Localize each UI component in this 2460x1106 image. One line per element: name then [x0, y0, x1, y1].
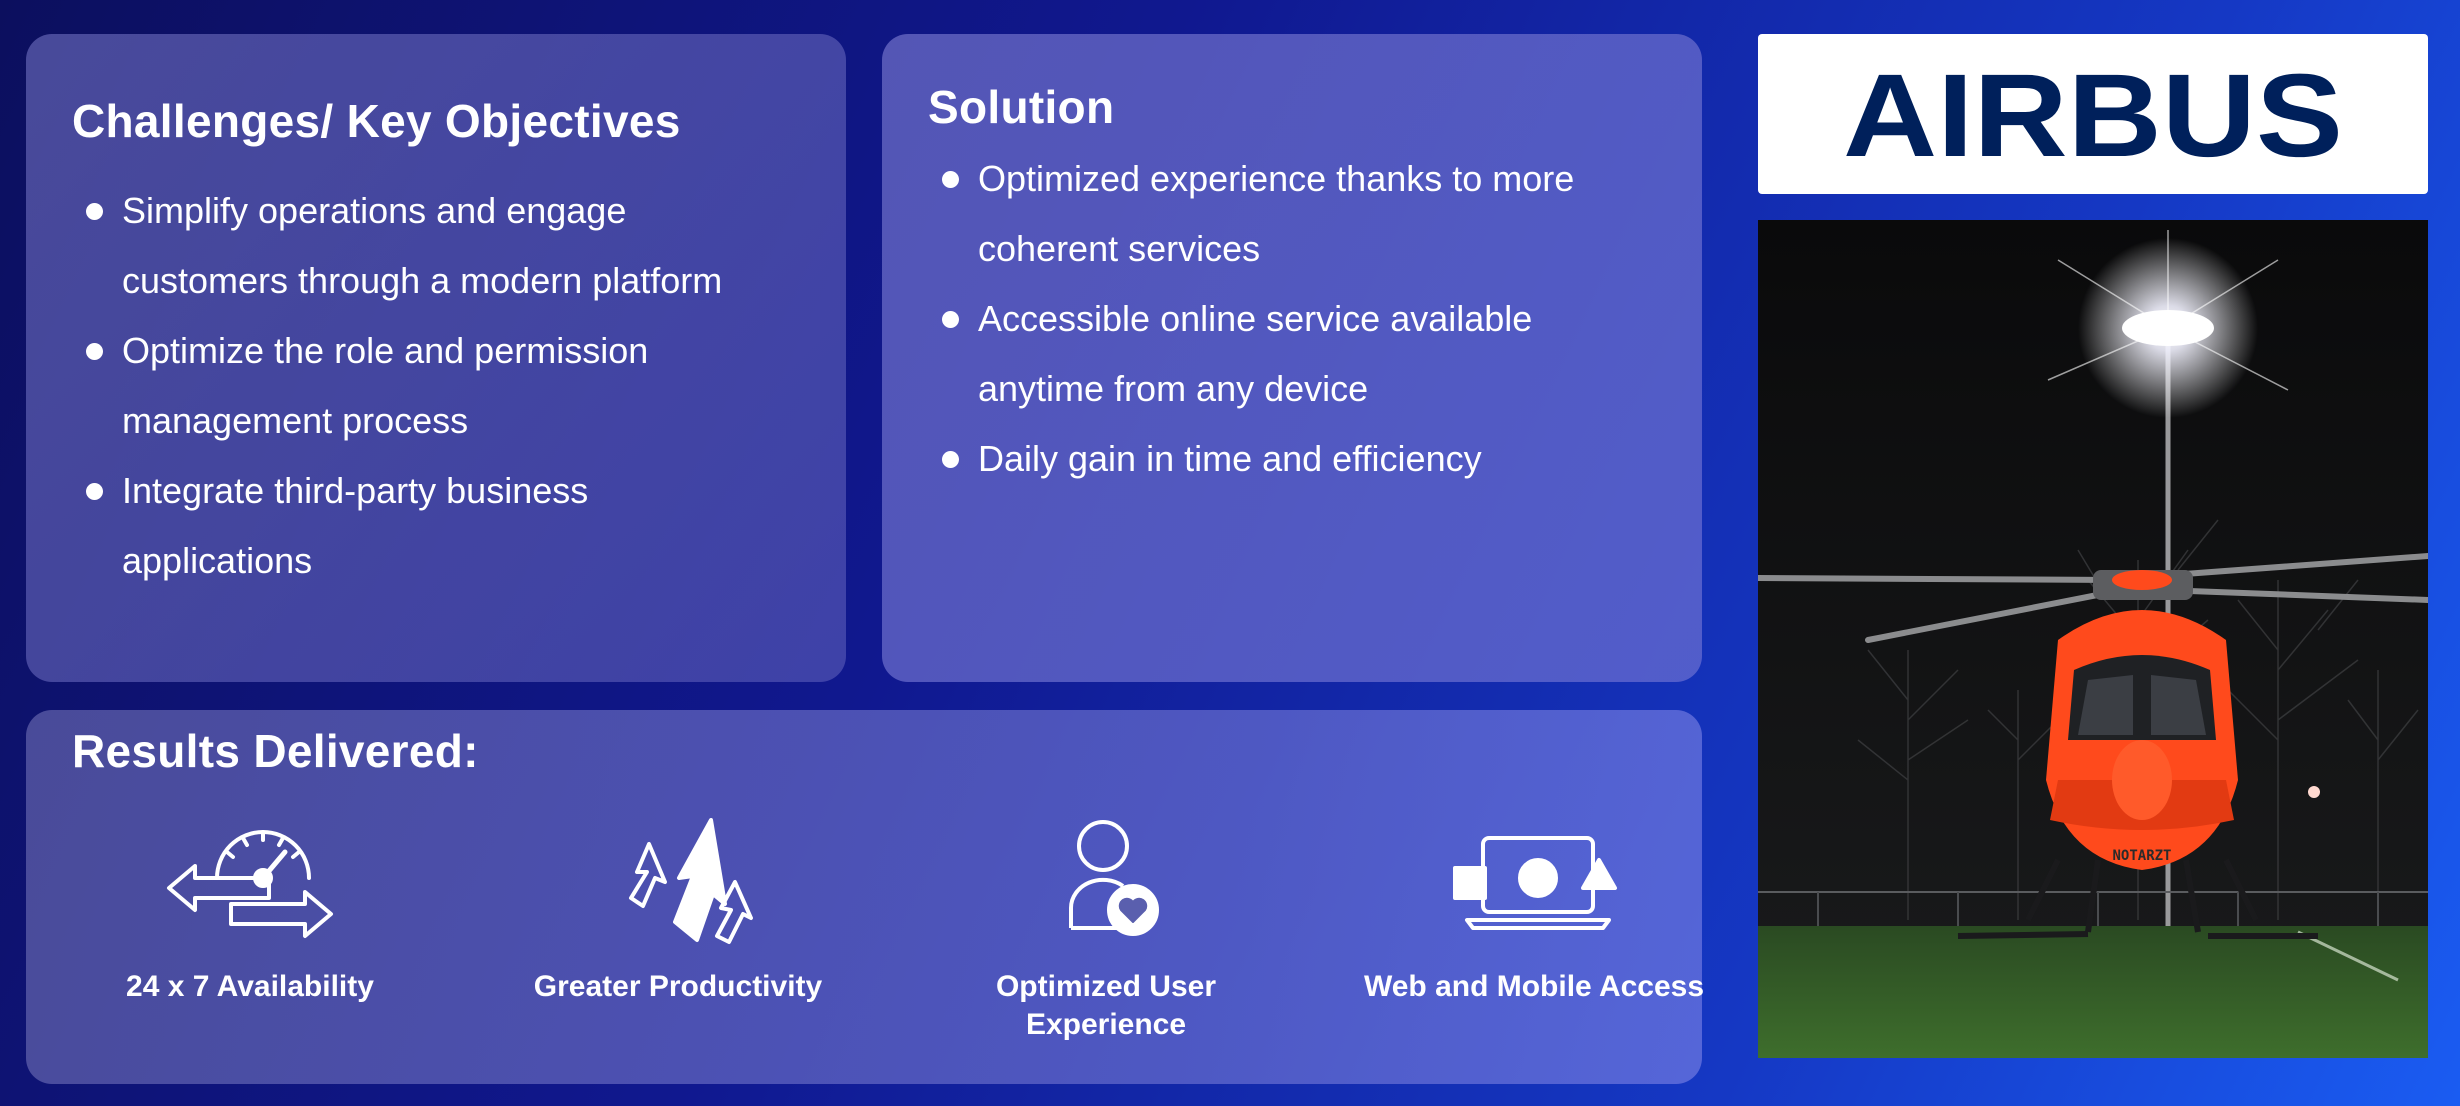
result-item: Greater Productivity	[488, 816, 868, 1006]
challenges-title: Challenges/ Key Objectives	[72, 95, 681, 147]
bullet-icon	[942, 311, 959, 328]
fuselage-text: NOTARZT	[2112, 848, 2171, 864]
list-item: Accessible online service available anyt…	[928, 284, 1618, 424]
solution-card: Solution Optimized experience thanks to …	[882, 34, 1702, 682]
challenge-text: Integrate third-party business applicati…	[122, 470, 589, 581]
list-item: Integrate third-party business applicati…	[72, 456, 682, 596]
results-row: 24 x 7 Availability Greater Productivity…	[26, 816, 1704, 1066]
results-card: Results Delivered: 24 x 7 Availability G…	[26, 710, 1704, 1084]
challenges-card: Challenges/ Key Objectives Simplify oper…	[26, 34, 846, 682]
list-item: Optimize the role and permission managem…	[72, 316, 722, 456]
airbus-logo: AIRBUS	[1758, 34, 2428, 194]
list-item: Daily gain in time and efficiency	[928, 424, 1618, 494]
speedometer-arrows-icon	[167, 830, 333, 938]
solution-text: Daily gain in time and efficiency	[978, 438, 1482, 479]
svg-text:AIRBUS: AIRBUS	[1843, 50, 2343, 182]
result-label: Greater Productivity	[533, 970, 823, 1003]
helicopter-photo: NOTARZT	[1758, 220, 2428, 1058]
result-item: Web and Mobile Access	[1344, 816, 1724, 1006]
rising-arrows-icon	[629, 818, 753, 944]
result-item: Optimized User Experience	[916, 816, 1296, 1044]
result-label: Optimized User Experience	[995, 970, 1217, 1041]
list-item: Optimized experience thanks to more cohe…	[928, 144, 1618, 284]
bullet-icon	[86, 483, 103, 500]
result-label: 24 x 7 Availability	[126, 970, 374, 1003]
solution-list: Optimized experience thanks to more cohe…	[928, 144, 1662, 494]
result-label: Web and Mobile Access	[1363, 970, 1705, 1003]
challenge-text: Simplify operations and engage customers…	[122, 190, 723, 301]
devices-shapes-icon	[1453, 836, 1617, 930]
list-item: Simplify operations and engage customers…	[72, 176, 772, 316]
helicopter-image: NOTARZT	[1758, 220, 2428, 1058]
bullet-icon	[942, 171, 959, 188]
user-heart-icon	[1068, 820, 1159, 936]
bullet-icon	[86, 203, 103, 220]
result-item: 24 x 7 Availability	[60, 816, 440, 1006]
airbus-logo-icon: AIRBUS	[1843, 50, 2343, 182]
challenge-text: Optimize the role and permission managem…	[122, 330, 649, 441]
bullet-icon	[86, 343, 103, 360]
results-title: Results Delivered:	[72, 725, 479, 777]
solution-title: Solution	[928, 81, 1115, 133]
challenges-list: Simplify operations and engage customers…	[72, 176, 806, 596]
bullet-icon	[942, 451, 959, 468]
solution-text: Optimized experience thanks to more cohe…	[978, 158, 1575, 269]
solution-text: Accessible online service available anyt…	[978, 298, 1533, 409]
